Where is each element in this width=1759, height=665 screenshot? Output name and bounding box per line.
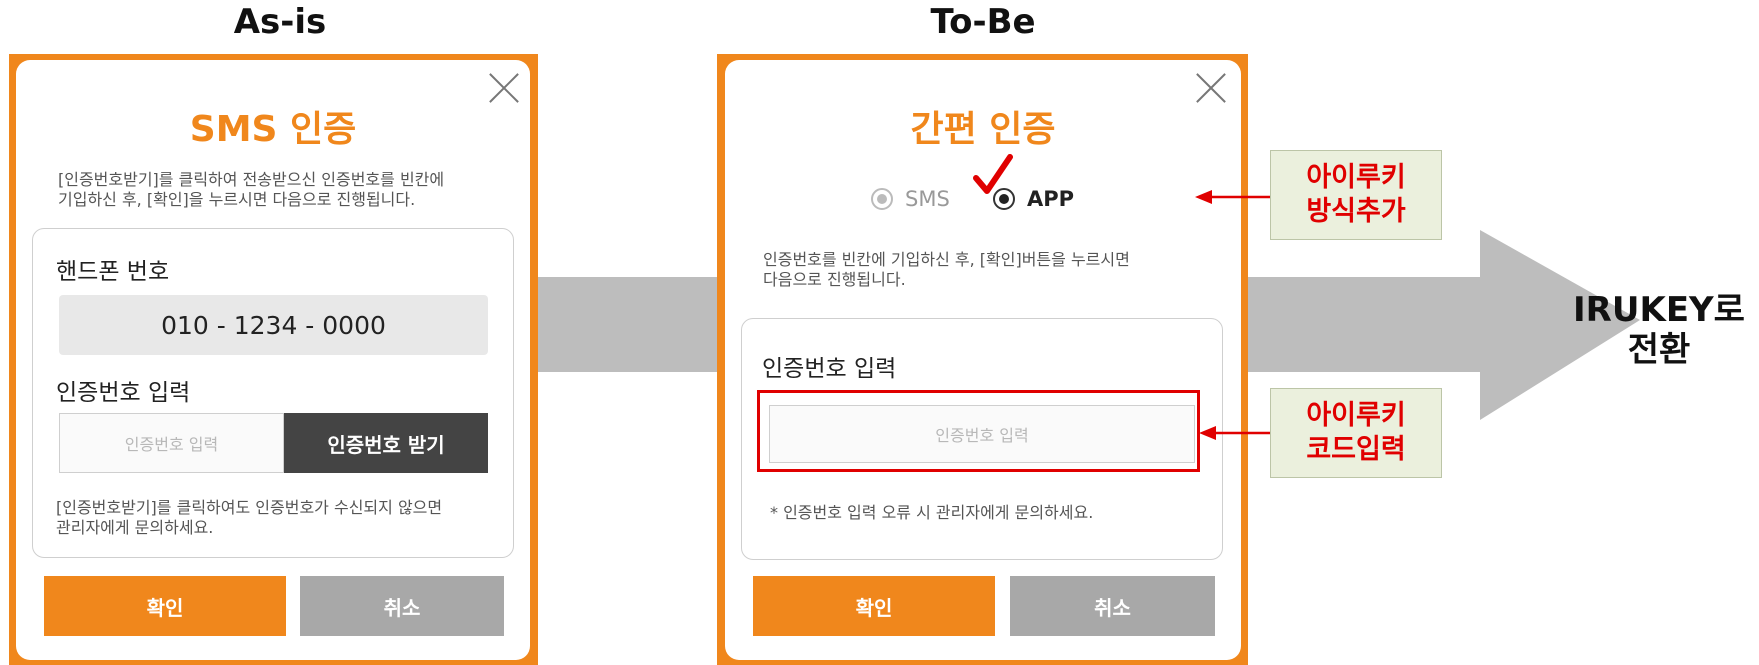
code-callout: 아이루키 코드입력 (1270, 388, 1442, 478)
to-be-dialog: 간편 인증 SMS APP 인증번호를 빈칸에 기입하신 후, [확인]버튼을 … (725, 60, 1241, 660)
code-label: 인증번호 입력 (56, 380, 191, 406)
get-code-button[interactable]: 인증번호 받기 (284, 413, 488, 473)
code-input[interactable]: 인증번호 입력 (59, 413, 284, 473)
dialog-description: [인증번호받기]를 클릭하여 전송받으신 인증번호를 빈칸에 기입하신 후, [… (58, 170, 445, 209)
radio-sms[interactable] (871, 188, 893, 210)
to-be-heading: To-Be (930, 2, 1036, 42)
cancel-button[interactable]: 취소 (300, 576, 504, 636)
cancel-button[interactable]: 취소 (1010, 576, 1215, 636)
help-note: [인증번호받기]를 클릭하여도 인증번호가 수신되지 않으면 관리자에게 문의하… (56, 498, 443, 537)
dialog-title: SMS 인증 (189, 109, 357, 150)
as-is-dialog: SMS 인증 [인증번호받기]를 클릭하여 전송받으신 인증번호를 빈칸에 기입… (16, 60, 530, 660)
as-is-heading: As-is (233, 2, 327, 42)
radio-app-label: APP (1027, 187, 1075, 211)
method-radio-sms[interactable]: SMS (871, 187, 950, 211)
dialog-description: 인증번호를 빈칸에 기입하신 후, [확인]버튼을 누르시면 다음으로 진행됩니… (763, 250, 1130, 289)
confirm-button[interactable]: 확인 (44, 576, 286, 636)
confirm-button[interactable]: 확인 (753, 576, 995, 636)
radio-sms-label: SMS (905, 187, 950, 211)
code-input-highlight (757, 390, 1200, 472)
code-label: 인증번호 입력 (762, 356, 897, 382)
dialog-title: 간편 인증 (910, 109, 1056, 150)
phone-field: 010 - 1234 - 0000 (59, 295, 488, 355)
result-label: IRUKEY로 전환 (1573, 290, 1745, 370)
help-note: * 인증번호 입력 오류 시 관리자에게 문의하세요. (770, 503, 1094, 522)
check-mark-icon (973, 154, 1013, 194)
method-callout: 아이루키 방식추가 (1270, 150, 1442, 240)
phone-label: 핸드폰 번호 (56, 259, 170, 285)
